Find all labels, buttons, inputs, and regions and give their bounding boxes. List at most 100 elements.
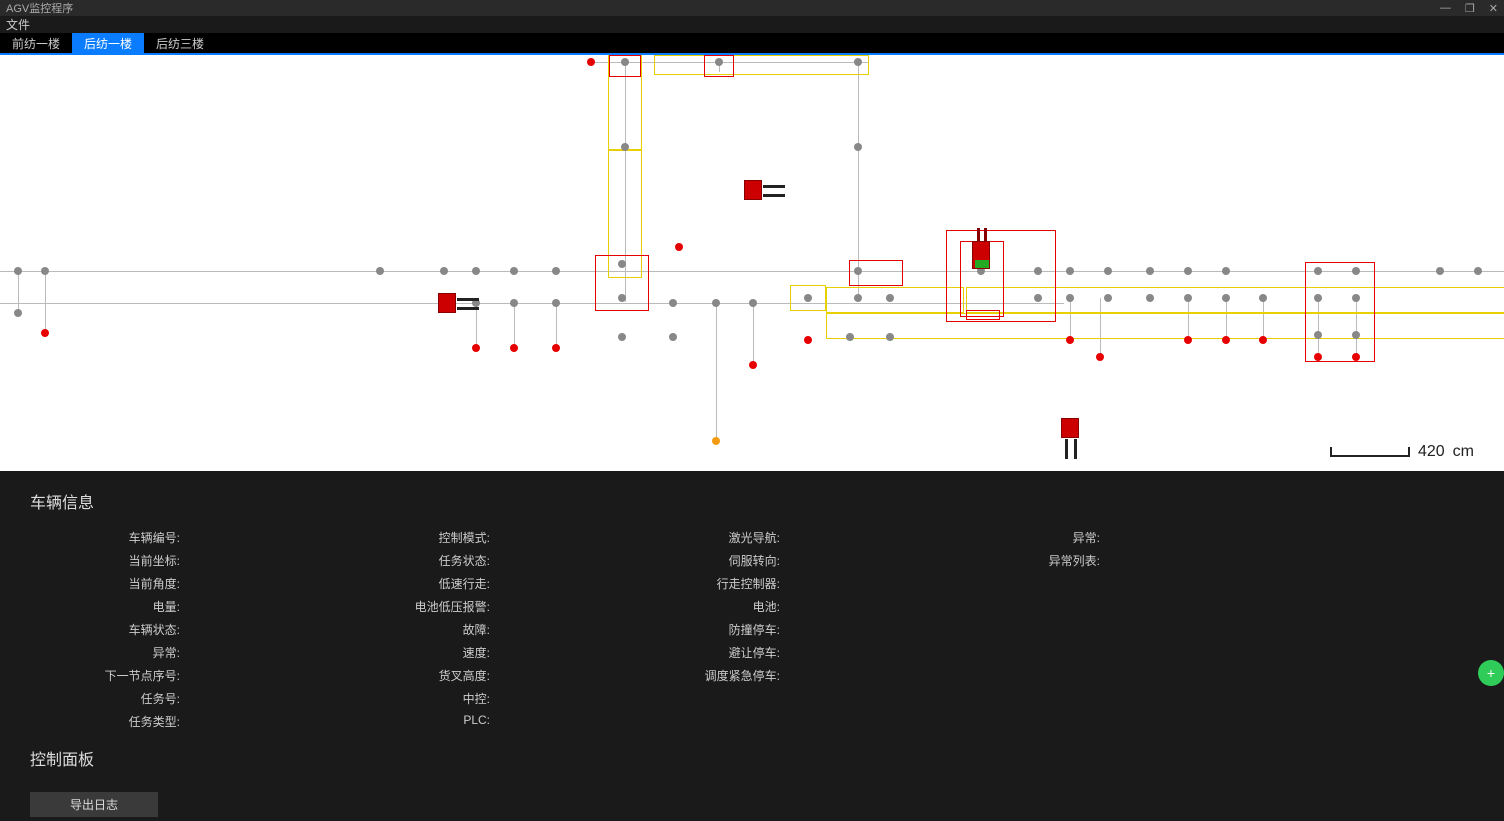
- map-node[interactable]: [804, 336, 812, 344]
- map-node[interactable]: [1184, 294, 1192, 302]
- map-node[interactable]: [1259, 294, 1267, 302]
- map-node[interactable]: [41, 267, 49, 275]
- menu-file[interactable]: 文件: [6, 16, 30, 33]
- map-node[interactable]: [1104, 267, 1112, 275]
- info-label: 防撞停车:: [630, 621, 780, 638]
- agv-icon[interactable]: [1061, 418, 1079, 438]
- info-label: 避让停车:: [630, 644, 780, 661]
- map-node[interactable]: [1066, 294, 1074, 302]
- map-node[interactable]: [886, 294, 894, 302]
- info-row: 下一节点序号:: [30, 667, 340, 684]
- map-node[interactable]: [1314, 294, 1322, 302]
- agv-icon[interactable]: [972, 241, 990, 269]
- map-node[interactable]: [669, 299, 677, 307]
- agv-icon[interactable]: [438, 293, 456, 313]
- map-node[interactable]: [1474, 267, 1482, 275]
- info-row: 电池:: [630, 598, 950, 615]
- map-node[interactable]: [854, 58, 862, 66]
- minimize-button[interactable]: —: [1440, 2, 1451, 15]
- info-row: 行走控制器:: [630, 575, 950, 592]
- tab-1[interactable]: 后纺一楼: [72, 33, 144, 53]
- map-node[interactable]: [1146, 294, 1154, 302]
- info-row: 任务类型:: [30, 713, 340, 730]
- map-node[interactable]: [621, 143, 629, 151]
- map-node[interactable]: [712, 299, 720, 307]
- map-node[interactable]: [1066, 336, 1074, 344]
- info-label: 故障:: [340, 621, 490, 638]
- map-node[interactable]: [1352, 331, 1360, 339]
- info-row: 当前角度:: [30, 575, 340, 592]
- map-node[interactable]: [472, 267, 480, 275]
- map-node[interactable]: [1104, 294, 1112, 302]
- map-node[interactable]: [1436, 267, 1444, 275]
- map-node[interactable]: [14, 267, 22, 275]
- map-node[interactable]: [1222, 267, 1230, 275]
- map-node[interactable]: [1034, 294, 1042, 302]
- control-panel-title: 控制面板: [30, 746, 1474, 770]
- map-node[interactable]: [1066, 267, 1074, 275]
- map-node[interactable]: [1096, 353, 1104, 361]
- map-node[interactable]: [440, 267, 448, 275]
- scale-bar-icon: [1330, 447, 1410, 457]
- map-node[interactable]: [804, 294, 812, 302]
- map-node[interactable]: [1034, 267, 1042, 275]
- info-label: 下一节点序号:: [30, 667, 180, 684]
- map-node[interactable]: [1352, 267, 1360, 275]
- map-node[interactable]: [618, 260, 626, 268]
- map-node[interactable]: [749, 361, 757, 369]
- map-node[interactable]: [618, 333, 626, 341]
- map-node[interactable]: [510, 344, 518, 352]
- map-node[interactable]: [552, 267, 560, 275]
- map-node[interactable]: [854, 294, 862, 302]
- map-node[interactable]: [587, 58, 595, 66]
- map-node[interactable]: [854, 143, 862, 151]
- map-node[interactable]: [472, 344, 480, 352]
- map-node[interactable]: [675, 243, 683, 251]
- scale-value: 420: [1418, 443, 1445, 461]
- agv-icon[interactable]: [744, 180, 762, 200]
- map-node[interactable]: [510, 267, 518, 275]
- fab-button[interactable]: +: [1478, 660, 1504, 686]
- close-button[interactable]: ✕: [1489, 2, 1498, 15]
- info-row: 当前坐标:: [30, 552, 340, 569]
- map-node[interactable]: [1222, 294, 1230, 302]
- info-label: 异常:: [950, 529, 1100, 546]
- map-node[interactable]: [1146, 267, 1154, 275]
- map-node[interactable]: [552, 344, 560, 352]
- tab-0[interactable]: 前纺一楼: [0, 33, 72, 53]
- info-row: 中控:: [340, 690, 630, 707]
- map-node[interactable]: [846, 333, 854, 341]
- map-node[interactable]: [1352, 353, 1360, 361]
- map-node[interactable]: [886, 333, 894, 341]
- info-label: 任务状态:: [340, 552, 490, 569]
- map-node[interactable]: [1184, 267, 1192, 275]
- info-label: 电池:: [630, 598, 780, 615]
- info-label: 异常:: [30, 644, 180, 661]
- map-node[interactable]: [1184, 336, 1192, 344]
- map-node[interactable]: [1222, 336, 1230, 344]
- export-log-button[interactable]: 导出日志: [30, 792, 158, 817]
- map-node[interactable]: [14, 309, 22, 317]
- tab-2[interactable]: 后纺三楼: [144, 33, 216, 53]
- map-node[interactable]: [749, 299, 757, 307]
- map-node[interactable]: [1314, 353, 1322, 361]
- map-node[interactable]: [1314, 331, 1322, 339]
- info-label: 当前坐标:: [30, 552, 180, 569]
- map-node[interactable]: [552, 299, 560, 307]
- map-node[interactable]: [715, 58, 723, 66]
- map-node[interactable]: [618, 294, 626, 302]
- map-node[interactable]: [712, 437, 720, 445]
- map-node[interactable]: [376, 267, 384, 275]
- map-node[interactable]: [621, 58, 629, 66]
- map-node[interactable]: [510, 299, 518, 307]
- map-node[interactable]: [854, 267, 862, 275]
- map-node[interactable]: [1352, 294, 1360, 302]
- map-canvas[interactable]: 420 cm: [0, 55, 1504, 471]
- map-node[interactable]: [1314, 267, 1322, 275]
- maximize-button[interactable]: ❐: [1465, 2, 1475, 15]
- map-node[interactable]: [1259, 336, 1267, 344]
- map-node[interactable]: [669, 333, 677, 341]
- info-label: 任务号:: [30, 690, 180, 707]
- map-node[interactable]: [41, 329, 49, 337]
- info-label: 调度紧急停车:: [630, 667, 780, 684]
